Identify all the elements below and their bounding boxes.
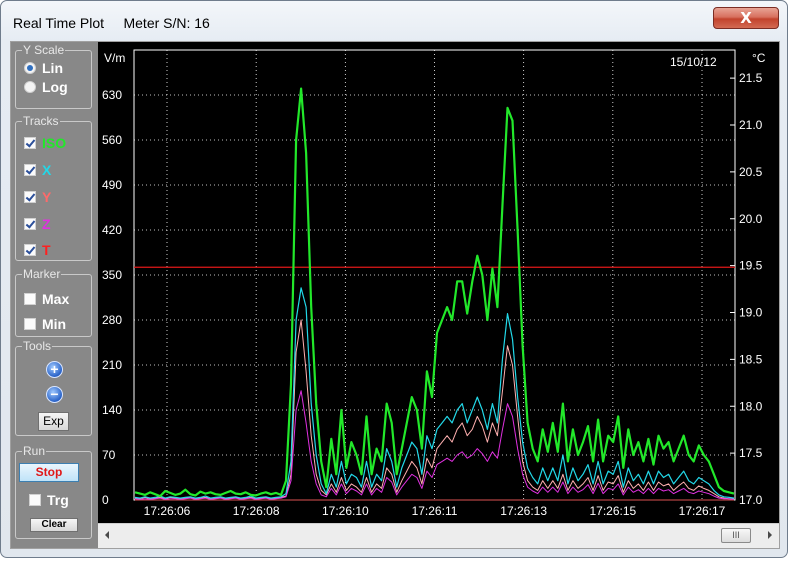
zoom-out-button[interactable]: −	[46, 386, 63, 403]
trg-label: Trg	[47, 492, 69, 508]
x-checkbox[interactable]	[24, 164, 36, 176]
min-checkbox[interactable]	[24, 318, 36, 330]
log-label: Log	[42, 79, 68, 95]
y-checkbox[interactable]	[24, 191, 36, 203]
x-tick-label: 17:26:15	[589, 504, 636, 518]
x-tick-label: 17:26:10	[322, 504, 369, 518]
y2-tick-label: 19.0	[739, 306, 763, 320]
iso-checkbox[interactable]	[24, 137, 36, 149]
track-t[interactable]: T	[24, 241, 51, 259]
tracks-group-label: Tracks	[22, 114, 60, 128]
scroll-right-icon[interactable]	[768, 531, 772, 539]
y2-tick-label: 19.5	[739, 259, 763, 273]
y-tick-label: 350	[102, 268, 122, 282]
y-tick-label: 420	[102, 223, 122, 237]
export-button[interactable]: Exp	[38, 412, 69, 431]
lin-label: Lin	[42, 60, 63, 76]
lin-radio[interactable]	[24, 62, 36, 74]
x-tick-label: 17:26:06	[144, 504, 191, 518]
z-label: Z	[42, 216, 51, 232]
tools-group-label: Tools	[22, 339, 53, 353]
y2-tick-label: 20.0	[739, 212, 763, 226]
y2-tick-label: 18.5	[739, 352, 763, 366]
y-scale-log-option[interactable]: Log	[24, 78, 68, 96]
window-title: Real Time Plot Meter S/N: 16	[13, 15, 210, 31]
y-tick-label: 70	[102, 448, 116, 462]
y-tick-label: 0	[102, 493, 109, 507]
tracks-group: Tracks ISO X Y Z T	[15, 114, 92, 261]
t-checkbox[interactable]	[24, 244, 36, 256]
y-scale-group-label: Y Scale	[22, 43, 66, 57]
t-label: T	[42, 242, 51, 258]
y-tick-label: 630	[102, 88, 122, 102]
close-icon: X	[740, 9, 752, 27]
trg-checkbox[interactable]	[29, 494, 41, 506]
y2-tick-label: 17.0	[739, 493, 763, 507]
x-tick-label: 17:26:13	[500, 504, 547, 518]
close-button[interactable]: X	[713, 7, 779, 29]
scroll-left-icon[interactable]	[105, 531, 109, 539]
log-radio[interactable]	[24, 81, 36, 93]
client-area: Y Scale Lin Log Tracks ISO X Y Z T Marke…	[10, 41, 780, 549]
plus-icon: +	[50, 361, 59, 377]
max-label: Max	[42, 291, 70, 307]
real-time-chart[interactable]: 0 70 140 210 280 350 420 490 560 630 17.0 17.5 18.0…	[98, 42, 779, 523]
y-label: Y	[42, 189, 52, 205]
max-checkbox[interactable]	[24, 293, 36, 305]
y-tick-label: 210	[102, 358, 122, 372]
grip-icon: III	[732, 530, 740, 540]
right-axis-unit: °C	[752, 51, 766, 65]
y2-tick-label: 21.5	[739, 71, 763, 85]
left-axis-unit: V/m	[104, 51, 125, 65]
y2-tick-label: 21.0	[739, 118, 763, 132]
z-checkbox[interactable]	[24, 218, 36, 230]
title-bar[interactable]: Real Time Plot Meter S/N: 16 X	[1, 1, 787, 41]
zoom-in-button[interactable]: +	[46, 361, 63, 378]
trigger-option[interactable]: Trg	[29, 491, 69, 509]
y2-tick-label: 17.5	[739, 446, 763, 460]
track-z[interactable]: Z	[24, 215, 51, 233]
stop-button[interactable]: Stop	[19, 463, 79, 482]
x-tick-label: 17:26:17	[679, 504, 726, 518]
x-tick-label: 17:26:11	[412, 504, 458, 518]
minus-icon: −	[50, 386, 59, 402]
x-tick-label: 17:26:08	[233, 504, 280, 518]
y2-tick-label: 18.0	[739, 399, 763, 413]
y-tick-label: 560	[102, 133, 122, 147]
scroll-thumb[interactable]: III	[721, 528, 751, 543]
marker-group: Marker Max Min	[15, 267, 92, 337]
time-scrollbar[interactable]: III	[98, 523, 779, 548]
marker-max[interactable]: Max	[24, 290, 69, 308]
y-tick-label: 140	[102, 403, 122, 417]
x-label: X	[42, 162, 52, 178]
run-group-label: Run	[22, 444, 47, 458]
track-iso[interactable]: ISO	[24, 134, 66, 152]
track-x[interactable]: X	[24, 161, 51, 179]
tools-group: Tools + − Exp	[15, 339, 92, 436]
track-y[interactable]: Y	[24, 188, 51, 206]
marker-min[interactable]: Min	[24, 315, 66, 333]
real-time-plot-window: Real Time Plot Meter S/N: 16 X Y Scale L…	[0, 0, 788, 558]
plot-panel: 0 70 140 210 280 350 420 490 560 630 17.0 17.5 18.0…	[98, 42, 779, 548]
y2-tick-label: 20.5	[739, 165, 763, 179]
y-tick-label: 490	[102, 178, 122, 192]
clear-button[interactable]: Clear	[30, 518, 78, 532]
iso-label: ISO	[42, 135, 67, 151]
y-scale-group: Y Scale Lin Log	[15, 43, 92, 109]
y-scale-lin-option[interactable]: Lin	[24, 59, 63, 77]
plot-date: 15/10/12	[670, 55, 717, 69]
y-tick-label: 280	[102, 313, 122, 327]
marker-group-label: Marker	[22, 267, 62, 281]
min-label: Min	[42, 316, 67, 332]
control-sidebar: Y Scale Lin Log Tracks ISO X Y Z T Marke…	[11, 42, 98, 548]
